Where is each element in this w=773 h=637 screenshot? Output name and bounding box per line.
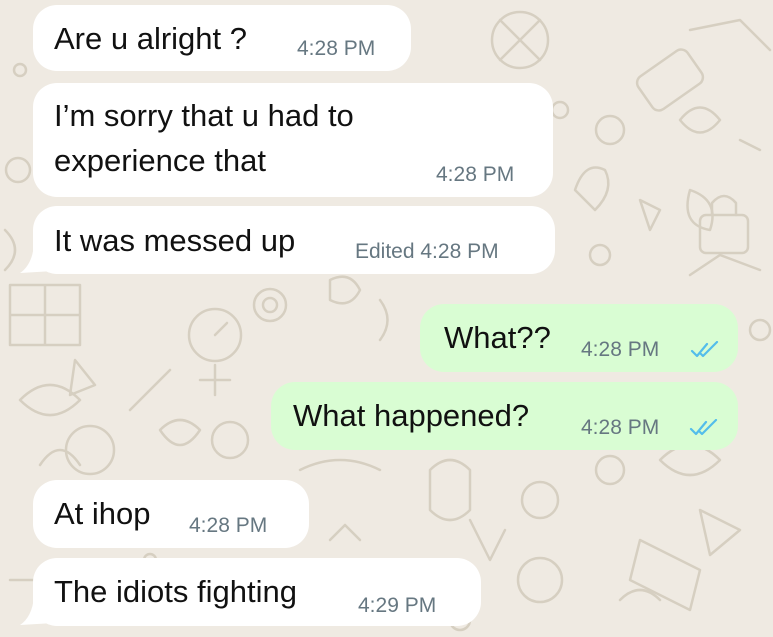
message-timestamp: 4:28 PM bbox=[436, 163, 515, 186]
message-text-line: experience that bbox=[54, 143, 266, 178]
double-check-read-icon bbox=[690, 341, 719, 358]
message-text-line: I’m sorry that u had to bbox=[54, 98, 354, 133]
message-bubble-incoming[interactable]: I’m sorry that u had to experience that … bbox=[33, 83, 553, 197]
message-timestamp: 4:28 PM bbox=[189, 514, 268, 537]
message-text: At ihop bbox=[54, 496, 151, 531]
message-timestamp: 4:28 PM bbox=[581, 416, 660, 439]
message-bubble-incoming[interactable]: It was messed up Edited 4:28 PM bbox=[33, 206, 555, 274]
message-bubble-incoming[interactable]: At ihop 4:28 PM bbox=[33, 480, 309, 548]
message-edited-timestamp: Edited 4:28 PM bbox=[355, 240, 499, 263]
message-bubble-incoming[interactable]: The idiots fighting 4:29 PM bbox=[33, 558, 481, 626]
message-timestamp: 4:28 PM bbox=[581, 338, 660, 361]
message-timestamp: 4:29 PM bbox=[358, 594, 437, 617]
message-timestamp: 4:28 PM bbox=[297, 37, 376, 60]
message-text: The idiots fighting bbox=[54, 574, 297, 609]
double-check-read-icon bbox=[689, 419, 718, 436]
message-bubble-outgoing[interactable]: What?? 4:28 PM bbox=[420, 304, 738, 372]
message-text: Are u alright ? bbox=[54, 21, 247, 56]
message-text: It was messed up bbox=[54, 223, 296, 258]
message-text: What?? bbox=[444, 320, 551, 355]
message-bubble-outgoing[interactable]: What happened? 4:28 PM bbox=[271, 382, 738, 450]
message-text: What happened? bbox=[293, 398, 530, 433]
message-bubble-incoming[interactable]: Are u alright ? 4:28 PM bbox=[33, 5, 411, 71]
